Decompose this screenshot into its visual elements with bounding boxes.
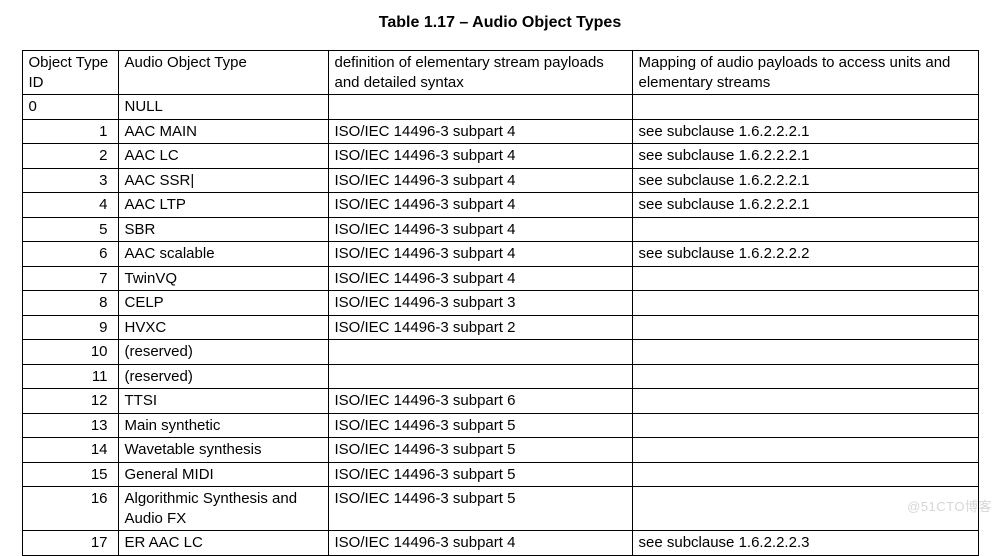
cell-mapping — [632, 438, 978, 463]
watermark: @51CTO博客 — [907, 496, 992, 515]
cell-definition: ISO/IEC 14496-3 subpart 4 — [328, 266, 632, 291]
table-row: 4AAC LTPISO/IEC 14496-3 subpart 4see sub… — [22, 193, 978, 218]
cell-object-type-id: 10 — [22, 340, 118, 365]
table-row: 14Wavetable synthesisISO/IEC 14496-3 sub… — [22, 438, 978, 463]
cell-definition — [328, 95, 632, 120]
table-row: 13Main syntheticISO/IEC 14496-3 subpart … — [22, 413, 978, 438]
cell-audio-object-type: SBR — [118, 217, 328, 242]
cell-audio-object-type: TwinVQ — [118, 266, 328, 291]
cell-audio-object-type: AAC LTP — [118, 193, 328, 218]
cell-audio-object-type: HVXC — [118, 315, 328, 340]
header-definition: definition of elementary stream payloads… — [328, 51, 632, 95]
table-row: 3AAC SSR|ISO/IEC 14496-3 subpart 4see su… — [22, 168, 978, 193]
cell-definition — [328, 364, 632, 389]
cell-mapping — [632, 95, 978, 120]
cell-mapping — [632, 266, 978, 291]
cell-definition: ISO/IEC 14496-3 subpart 4 — [328, 193, 632, 218]
cell-mapping — [632, 364, 978, 389]
cell-audio-object-type: CELP — [118, 291, 328, 316]
cell-object-type-id: 7 — [22, 266, 118, 291]
table-row: 2AAC LCISO/IEC 14496-3 subpart 4see subc… — [22, 144, 978, 169]
cell-definition: ISO/IEC 14496-3 subpart 5 — [328, 413, 632, 438]
cell-object-type-id: 12 — [22, 389, 118, 414]
cell-definition: ISO/IEC 14496-3 subpart 4 — [328, 168, 632, 193]
cell-definition: ISO/IEC 14496-3 subpart 2 — [328, 315, 632, 340]
cell-definition: ISO/IEC 14496-3 subpart 5 — [328, 487, 632, 531]
cell-audio-object-type: Algorithmic Synthesis and Audio FX — [118, 487, 328, 531]
cell-object-type-id: 1 — [22, 119, 118, 144]
cell-audio-object-type: AAC LC — [118, 144, 328, 169]
cell-audio-object-type: (reserved) — [118, 340, 328, 365]
table-row: 10(reserved) — [22, 340, 978, 365]
cell-object-type-id: 13 — [22, 413, 118, 438]
cell-audio-object-type: ER AAC LC — [118, 531, 328, 556]
table-row: 9HVXCISO/IEC 14496-3 subpart 2 — [22, 315, 978, 340]
cell-object-type-id: 6 — [22, 242, 118, 267]
cell-mapping — [632, 217, 978, 242]
cell-object-type-id: 16 — [22, 487, 118, 531]
cell-definition: ISO/IEC 14496-3 subpart 4 — [328, 119, 632, 144]
header-audio-object-type: Audio Object Type — [118, 51, 328, 95]
cell-audio-object-type: (reserved) — [118, 364, 328, 389]
cell-audio-object-type: NULL — [118, 95, 328, 120]
cell-mapping — [632, 413, 978, 438]
cell-definition: ISO/IEC 14496-3 subpart 4 — [328, 242, 632, 267]
cell-mapping — [632, 462, 978, 487]
cell-audio-object-type: AAC SSR| — [118, 168, 328, 193]
table-title: Table 1.17 – Audio Object Types — [0, 0, 1000, 50]
cell-mapping — [632, 291, 978, 316]
table-row: 16Algorithmic Synthesis and Audio FXISO/… — [22, 487, 978, 531]
cell-mapping: see subclause 1.6.2.2.2.3 — [632, 531, 978, 556]
table-row: 0NULL — [22, 95, 978, 120]
cell-definition: ISO/IEC 14496-3 subpart 6 — [328, 389, 632, 414]
cell-object-type-id: 5 — [22, 217, 118, 242]
cell-definition: ISO/IEC 14496-3 subpart 3 — [328, 291, 632, 316]
cell-mapping — [632, 315, 978, 340]
cell-object-type-id: 4 — [22, 193, 118, 218]
cell-object-type-id: 15 — [22, 462, 118, 487]
header-mapping: Mapping of audio payloads to access unit… — [632, 51, 978, 95]
table-row: 1AAC MAINISO/IEC 14496-3 subpart 4see su… — [22, 119, 978, 144]
cell-mapping: see subclause 1.6.2.2.2.1 — [632, 119, 978, 144]
cell-definition — [328, 340, 632, 365]
cell-audio-object-type: Wavetable synthesis — [118, 438, 328, 463]
cell-audio-object-type: TTSI — [118, 389, 328, 414]
table-row: 11(reserved) — [22, 364, 978, 389]
cell-object-type-id: 11 — [22, 364, 118, 389]
table-row: 7TwinVQISO/IEC 14496-3 subpart 4 — [22, 266, 978, 291]
cell-object-type-id: 3 — [22, 168, 118, 193]
audio-object-types-table: Object Type ID Audio Object Type definit… — [22, 50, 979, 556]
table-row: 6AAC scalableISO/IEC 14496-3 subpart 4se… — [22, 242, 978, 267]
cell-audio-object-type: AAC scalable — [118, 242, 328, 267]
cell-mapping: see subclause 1.6.2.2.2.1 — [632, 144, 978, 169]
cell-object-type-id: 9 — [22, 315, 118, 340]
cell-mapping: see subclause 1.6.2.2.2.2 — [632, 242, 978, 267]
cell-definition: ISO/IEC 14496-3 subpart 4 — [328, 217, 632, 242]
cell-mapping: see subclause 1.6.2.2.2.1 — [632, 168, 978, 193]
cell-audio-object-type: AAC MAIN — [118, 119, 328, 144]
cell-audio-object-type: Main synthetic — [118, 413, 328, 438]
cell-definition: ISO/IEC 14496-3 subpart 4 — [328, 531, 632, 556]
cell-object-type-id: 14 — [22, 438, 118, 463]
cell-mapping: see subclause 1.6.2.2.2.1 — [632, 193, 978, 218]
table-row: 8CELPISO/IEC 14496-3 subpart 3 — [22, 291, 978, 316]
cell-definition: ISO/IEC 14496-3 subpart 5 — [328, 462, 632, 487]
cell-object-type-id: 2 — [22, 144, 118, 169]
table-row: 17ER AAC LCISO/IEC 14496-3 subpart 4see … — [22, 531, 978, 556]
cell-object-type-id: 17 — [22, 531, 118, 556]
cell-object-type-id: 8 — [22, 291, 118, 316]
cell-mapping — [632, 389, 978, 414]
table-row: 5SBRISO/IEC 14496-3 subpart 4 — [22, 217, 978, 242]
cell-mapping — [632, 340, 978, 365]
cell-object-type-id: 0 — [22, 95, 118, 120]
table-header-row: Object Type ID Audio Object Type definit… — [22, 51, 978, 95]
header-object-type-id: Object Type ID — [22, 51, 118, 95]
table-row: 15General MIDIISO/IEC 14496-3 subpart 5 — [22, 462, 978, 487]
cell-definition: ISO/IEC 14496-3 subpart 4 — [328, 144, 632, 169]
cell-audio-object-type: General MIDI — [118, 462, 328, 487]
table-row: 12TTSIISO/IEC 14496-3 subpart 6 — [22, 389, 978, 414]
cell-definition: ISO/IEC 14496-3 subpart 5 — [328, 438, 632, 463]
